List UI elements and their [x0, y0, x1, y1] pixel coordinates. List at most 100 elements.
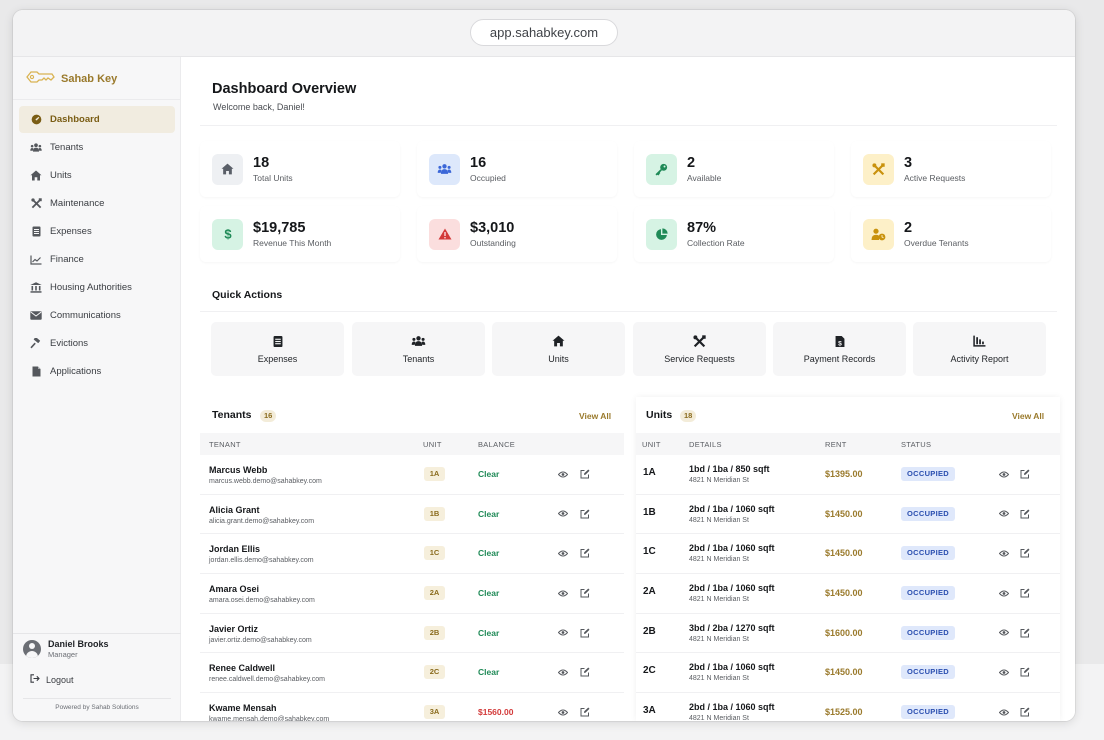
- view-icon[interactable]: [998, 705, 1010, 719]
- sidebar-item-communications[interactable]: Communications: [19, 302, 175, 329]
- edit-icon[interactable]: [1019, 546, 1031, 560]
- table-row[interactable]: Renee Caldwell renee.caldwell.demo@sahabk…: [200, 653, 624, 694]
- view-icon[interactable]: [557, 586, 569, 600]
- edit-icon[interactable]: [1019, 467, 1031, 481]
- edit-icon[interactable]: [1019, 626, 1031, 640]
- quick-action-activity-report-button[interactable]: Activity Report: [913, 322, 1046, 376]
- edit-icon[interactable]: [579, 705, 591, 719]
- table-row[interactable]: Jordan Ellis jordan.ellis.demo@sahabkey.c…: [200, 534, 624, 575]
- edit-icon[interactable]: [579, 586, 591, 600]
- unit-rent: $1450.00: [825, 548, 863, 559]
- quick-action-tenants-button[interactable]: Tenants: [352, 322, 485, 376]
- units-panel: Units 18 View All UNIT DETAILS RENT STAT…: [636, 397, 1060, 721]
- edit-icon[interactable]: [1019, 507, 1031, 521]
- brand[interactable]: Sahab Key: [25, 69, 117, 89]
- sidebar-item-maintenance[interactable]: Maintenance: [19, 190, 175, 217]
- unit-details: 3bd / 2ba / 1270 sqft: [689, 622, 775, 633]
- unit-details: 2bd / 1ba / 1060 sqft: [689, 503, 775, 514]
- edit-icon[interactable]: [1019, 705, 1031, 719]
- balance-value: Clear: [478, 548, 500, 559]
- user-profile[interactable]: Daniel Brooks Manager: [23, 639, 109, 659]
- edit-icon[interactable]: [579, 467, 591, 481]
- table-row[interactable]: 2A 2bd / 1ba / 1060 sqft 4821 N Meridian S…: [636, 574, 1060, 614]
- view-icon[interactable]: [557, 467, 569, 481]
- tenant-name: Marcus Webb: [209, 465, 268, 475]
- table-row[interactable]: 3A 2bd / 1ba / 1060 sqft 4821 N Meridian S…: [636, 693, 1060, 721]
- view-icon[interactable]: [557, 507, 569, 521]
- table-row[interactable]: 2B 3bd / 2ba / 1270 sqft 4821 N Meridian S…: [636, 614, 1060, 654]
- edit-icon[interactable]: [1019, 665, 1031, 679]
- unit-details: 2bd / 1ba / 1060 sqft: [689, 583, 775, 594]
- edit-icon[interactable]: [579, 665, 591, 679]
- edit-icon[interactable]: [1019, 586, 1031, 600]
- table-row[interactable]: Marcus Webb marcus.webb.demo@sahabkey.com…: [200, 455, 624, 495]
- tenants-view-all-link[interactable]: View All: [579, 411, 611, 421]
- table-row[interactable]: 1B 2bd / 1ba / 1060 sqft 4821 N Meridian S…: [636, 495, 1060, 535]
- sidebar-item-expenses[interactable]: Expenses: [19, 218, 175, 245]
- quick-action-label: Units: [548, 354, 569, 364]
- view-icon[interactable]: [998, 507, 1010, 521]
- tenants-count-badge: 16: [260, 410, 277, 422]
- pie-chart-icon: [655, 227, 668, 241]
- table-row[interactable]: 2C 2bd / 1ba / 1060 sqft 4821 N Meridian S…: [636, 653, 1060, 694]
- view-icon[interactable]: [998, 665, 1010, 679]
- view-icon[interactable]: [557, 665, 569, 679]
- stat-label: Total Units: [253, 173, 293, 183]
- home-icon: [221, 163, 234, 175]
- edit-icon[interactable]: [579, 626, 591, 640]
- sidebar-item-dashboard[interactable]: Dashboard: [19, 106, 175, 133]
- browser-chrome: app.sahabkey.com: [13, 10, 1075, 57]
- view-icon[interactable]: [557, 546, 569, 560]
- view-icon[interactable]: [998, 467, 1010, 481]
- sidebar-item-tenants[interactable]: Tenants: [19, 134, 175, 161]
- quick-action-payment-records-button[interactable]: $ Payment Records: [773, 322, 906, 376]
- sidebar-item-label: Maintenance: [50, 198, 105, 209]
- view-icon[interactable]: [998, 626, 1010, 640]
- edit-icon[interactable]: [579, 546, 591, 560]
- unit-details: 2bd / 1ba / 1060 sqft: [689, 702, 775, 713]
- table-row[interactable]: Kwame Mensah kwame.mensah.demo@sahabkey.c…: [200, 693, 624, 721]
- view-icon[interactable]: [557, 626, 569, 640]
- table-row[interactable]: Javier Ortiz javier.ortiz.demo@sahabkey.c…: [200, 614, 624, 654]
- stat-card: $3,010 Outstanding: [417, 206, 617, 262]
- status-badge: OCCUPIED: [901, 546, 955, 561]
- quick-action-label: Activity Report: [950, 354, 1009, 364]
- view-icon[interactable]: [557, 705, 569, 719]
- sidebar-item-applications[interactable]: Applications: [19, 358, 175, 385]
- sidebar-item-finance[interactable]: Finance: [19, 246, 175, 273]
- logout-button[interactable]: Logout: [30, 674, 74, 685]
- edit-icon[interactable]: [579, 507, 591, 521]
- table-row[interactable]: Alicia Grant alicia.grant.demo@sahabkey.c…: [200, 495, 624, 535]
- quick-action-service-requests-button[interactable]: Service Requests: [633, 322, 766, 376]
- status-badge: OCCUPIED: [901, 705, 955, 720]
- sidebar-item-housing-authorities[interactable]: Housing Authorities: [19, 274, 175, 301]
- sidebar-item-units[interactable]: Units: [19, 162, 175, 189]
- envelope-icon: [30, 310, 42, 322]
- sidebar-item-evictions[interactable]: Evictions: [19, 330, 175, 357]
- stat-value: $19,785: [253, 220, 306, 236]
- unit-details: 1bd / 1ba / 850 sqft: [689, 464, 770, 474]
- dollar-icon: $: [223, 227, 233, 241]
- receipt-icon: [273, 335, 283, 348]
- stat-card: 87% Collection Rate: [634, 206, 834, 262]
- bank-icon: [30, 282, 42, 294]
- unit-badge: 1B: [424, 506, 445, 521]
- table-row[interactable]: Amara Osei amara.osei.demo@sahabkey.com 2A…: [200, 574, 624, 614]
- view-icon[interactable]: [998, 546, 1010, 560]
- stat-icon-box: [646, 218, 677, 250]
- file-icon: [30, 366, 42, 378]
- chart-bar-icon: [973, 335, 986, 347]
- unit-rent: $1450.00: [825, 588, 863, 599]
- table-row[interactable]: 1C 2bd / 1ba / 1060 sqft 4821 N Meridian S…: [636, 534, 1060, 575]
- view-icon[interactable]: [998, 586, 1010, 600]
- unit-details: 2bd / 1ba / 1060 sqft: [689, 662, 775, 673]
- quick-action-units-button[interactable]: Units: [492, 322, 625, 376]
- table-row[interactable]: 1A 1bd / 1ba / 850 sqft 4821 N Meridian St…: [636, 455, 1060, 495]
- tenant-email: amara.osei.demo@sahabkey.com: [209, 597, 315, 605]
- brand-name: Sahab Key: [61, 73, 118, 85]
- address-bar[interactable]: app.sahabkey.com: [470, 19, 618, 46]
- column-header-details: DETAILS: [689, 440, 722, 449]
- units-view-all-link[interactable]: View All: [1012, 411, 1044, 421]
- quick-action-expenses-button[interactable]: Expenses: [211, 322, 344, 376]
- tenant-email: renee.caldwell.demo@sahabkey.com: [209, 676, 325, 684]
